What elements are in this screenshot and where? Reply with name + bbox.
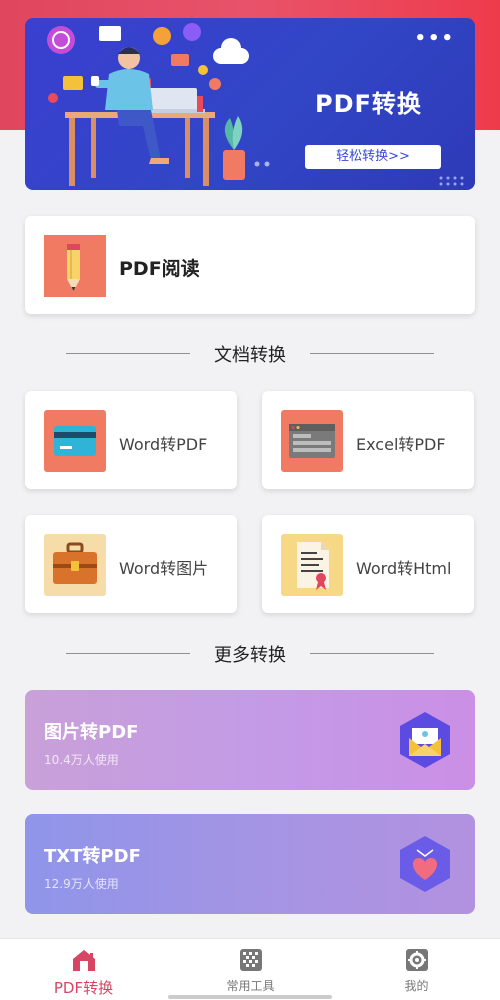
- briefcase-icon: [44, 534, 106, 596]
- promo-banner[interactable]: ••• PDF转换 轻松转换>>: [25, 18, 475, 190]
- section-divider-more: 更多转换: [66, 641, 434, 666]
- image-to-pdf-card[interactable]: 图片转PDF 10.4万人使用: [25, 690, 475, 790]
- txt-to-pdf-label: TXT转PDF: [44, 846, 141, 867]
- credit-card-icon: [44, 410, 106, 472]
- tab-pdf-convert[interactable]: PDF转换: [0, 939, 167, 1000]
- pencil-icon: [44, 235, 106, 297]
- word-to-pdf-card[interactable]: Word转PDF: [25, 391, 237, 489]
- word-to-image-label: Word转图片: [119, 559, 209, 578]
- tab-label-common-tools: 常用工具: [226, 979, 275, 993]
- section-title-doc: 文档转换: [214, 345, 286, 366]
- home-indicator: [168, 995, 332, 999]
- word-to-html-label: Word转Html: [356, 559, 452, 578]
- heart-tag-icon: [400, 836, 450, 892]
- home-icon: [72, 950, 95, 971]
- pdf-read-label: PDF阅读: [119, 258, 200, 280]
- tools-grid-icon: [239, 949, 262, 971]
- tab-common-tools[interactable]: 常用工具: [167, 939, 334, 1000]
- image-to-pdf-label: 图片转PDF: [44, 722, 139, 743]
- more-dots-icon[interactable]: •••: [414, 28, 455, 49]
- browser-window-icon: [281, 410, 343, 472]
- tab-label-mine: 我的: [404, 979, 429, 993]
- excel-to-pdf-card[interactable]: Excel转PDF: [262, 391, 474, 489]
- banner-title: PDF转换: [315, 90, 422, 118]
- word-to-pdf-label: Word转PDF: [119, 435, 208, 454]
- section-title-more: 更多转换: [214, 645, 286, 666]
- txt-to-pdf-usage: 12.9万人使用: [44, 877, 119, 891]
- txt-to-pdf-card[interactable]: TXT转PDF 12.9万人使用: [25, 814, 475, 914]
- tab-mine[interactable]: 我的: [333, 939, 500, 1000]
- word-to-html-card[interactable]: Word转Html: [262, 515, 474, 613]
- easy-convert-button[interactable]: 轻松转换>>: [305, 145, 441, 169]
- word-to-image-card[interactable]: Word转图片: [25, 515, 237, 613]
- pdf-read-card[interactable]: PDF阅读: [25, 216, 475, 314]
- certificate-document-icon: [281, 534, 343, 596]
- settings-gear-icon: [405, 949, 428, 971]
- tab-label-pdf-convert: PDF转换: [53, 979, 114, 997]
- image-to-pdf-usage: 10.4万人使用: [44, 753, 119, 767]
- excel-to-pdf-label: Excel转PDF: [356, 435, 446, 454]
- bottom-tab-bar: PDF转换 常用工具 我的: [0, 938, 500, 1000]
- section-divider-doc: 文档转换: [66, 341, 434, 366]
- envelope-icon: [400, 712, 450, 768]
